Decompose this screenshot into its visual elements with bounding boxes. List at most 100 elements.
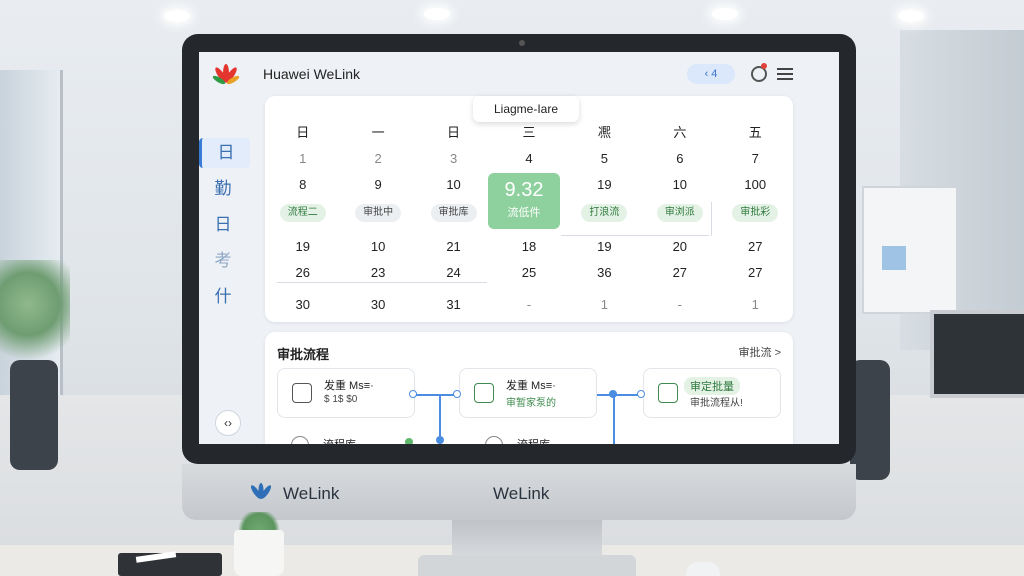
calendar-week-row: 19 10 21 18 19 20 27 bbox=[265, 234, 793, 260]
flow-step-card[interactable]: 流程库 bbox=[471, 428, 607, 444]
calendar-day[interactable]: 19 bbox=[567, 172, 642, 198]
calendar-day[interactable]: 19 bbox=[265, 234, 340, 260]
calendar-day[interactable]: 25 bbox=[491, 260, 566, 286]
event-tag[interactable]: 审批彩 bbox=[732, 204, 779, 222]
tag-cell: 流程二 bbox=[265, 198, 340, 234]
flow-node bbox=[436, 436, 444, 444]
flow-step-card[interactable]: 流程库 bbox=[277, 428, 413, 444]
sidebar-item-schedule[interactable]: 日 bbox=[199, 210, 247, 240]
calendar-day[interactable]: 30 bbox=[265, 292, 340, 318]
calendar-day[interactable]: 36 bbox=[567, 260, 642, 286]
calendar-day[interactable]: 27 bbox=[642, 260, 717, 286]
flow-step-card[interactable]: 审定批量 审批流程从! bbox=[643, 368, 781, 418]
notification-badge bbox=[761, 63, 767, 69]
wall-panel-photo bbox=[882, 246, 906, 270]
flow-node bbox=[637, 390, 645, 398]
sidebar: 日 勤 日 考 什 bbox=[199, 138, 251, 318]
calendar-day[interactable]: 2 bbox=[340, 146, 415, 172]
webcam bbox=[519, 40, 525, 46]
calendar-day[interactable]: 21 bbox=[416, 234, 491, 260]
calendar-day[interactable]: 10 bbox=[340, 234, 415, 260]
flow-node bbox=[409, 390, 417, 398]
calendar-day[interactable]: 30 bbox=[340, 292, 415, 318]
office-chair bbox=[10, 360, 58, 470]
desk-mouse bbox=[686, 562, 720, 576]
calendar-day[interactable]: - bbox=[642, 292, 717, 318]
flow-step-detail: $ 1$ $0 bbox=[324, 394, 358, 405]
flow-step-title: 发重 Ms≡· bbox=[506, 380, 556, 392]
back-page-pill[interactable]: ‹ 4 bbox=[687, 64, 735, 84]
flow-step-title: 流程库 bbox=[323, 436, 356, 444]
calendar-day[interactable]: 10 bbox=[416, 172, 491, 198]
calendar-day[interactable]: 1 bbox=[567, 292, 642, 318]
calendar-day[interactable]: 100 bbox=[718, 172, 793, 198]
sidebar-item-calendar[interactable]: 日 bbox=[199, 138, 250, 168]
calendar-day[interactable]: 20 bbox=[642, 234, 717, 260]
event-tag[interactable]: 流程二 bbox=[279, 204, 326, 222]
tag-cell: 审批库 bbox=[416, 198, 491, 234]
calendar-day[interactable]: 6 bbox=[642, 146, 717, 172]
app-screen: Huawei WeLink ‹ 4 日 勤 日 考 什 ‹› 日 一 日 三 凞… bbox=[199, 52, 839, 444]
calendar-week-row: 30 30 31 - 1 - 1 bbox=[265, 292, 793, 318]
flow-step-detail: 审暂家泵的 bbox=[506, 398, 556, 409]
calendar-day[interactable]: 1 bbox=[718, 292, 793, 318]
weekday-label: 一 bbox=[371, 125, 385, 140]
weekday-label: 五 bbox=[748, 125, 762, 140]
calendar-day[interactable]: 27 bbox=[718, 260, 793, 286]
weekday-label: 六 bbox=[673, 125, 687, 140]
app-title: Huawei WeLink bbox=[263, 66, 361, 82]
calendar-day[interactable]: 4 bbox=[491, 146, 566, 172]
desk-plant-pot bbox=[234, 530, 284, 576]
sidebar-item-exam[interactable]: 考 bbox=[199, 246, 247, 276]
calendar-day[interactable]: 31 bbox=[416, 292, 491, 318]
background-monitor bbox=[930, 310, 1024, 398]
flow-connector bbox=[613, 394, 615, 444]
flow-more-link[interactable]: 审批流 > bbox=[739, 344, 781, 360]
event-tag[interactable]: 审浏派 bbox=[656, 204, 703, 222]
background-plant bbox=[0, 260, 70, 370]
weekday-label: 日 bbox=[447, 125, 461, 140]
flow-step-card[interactable]: 发重 Ms≡· $ 1$ $0 bbox=[277, 368, 415, 418]
ceiling-light bbox=[424, 8, 450, 20]
weekday-label: 三 bbox=[522, 125, 536, 140]
background-wall-panel bbox=[862, 186, 958, 314]
document-icon bbox=[292, 383, 312, 403]
ceiling-light bbox=[164, 10, 190, 22]
calendar-day[interactable]: 9 bbox=[340, 172, 415, 198]
calendar-day[interactable]: 7 bbox=[718, 146, 793, 172]
flow-step-card[interactable]: 发重 Ms≡· 审暂家泵的 bbox=[459, 368, 597, 418]
selected-day-caption: 流低件 bbox=[507, 207, 541, 219]
weekday-header-row: 日 一 日 三 凞 六 五 bbox=[265, 120, 793, 146]
calendar-day[interactable]: 19 bbox=[567, 234, 642, 260]
column-divider bbox=[711, 202, 712, 236]
calendar-day[interactable]: 1 bbox=[265, 146, 340, 172]
tag-cell: 审批中 bbox=[340, 198, 415, 234]
weekday-label: 日 bbox=[296, 125, 310, 140]
tag-cell: 审浏派 bbox=[642, 198, 717, 234]
calendar-tooltip: Liagme-Iare bbox=[473, 96, 579, 122]
calendar-day[interactable]: - bbox=[491, 292, 566, 318]
approval-icon bbox=[474, 383, 494, 403]
calendar-card: 日 一 日 三 凞 六 五 1 2 3 4 5 6 7 8 9 10 19 10… bbox=[265, 96, 793, 322]
collapse-sidebar-button[interactable]: ‹› bbox=[215, 410, 241, 436]
event-tag[interactable]: 审批库 bbox=[430, 204, 477, 222]
row-divider bbox=[277, 282, 487, 283]
menu-icon[interactable] bbox=[777, 68, 793, 80]
selected-day-highlight[interactable]: 9.32 流低件 bbox=[488, 173, 560, 229]
sidebar-item-attendance[interactable]: 勤 bbox=[199, 174, 247, 204]
calendar-week-row: 1 2 3 4 5 6 7 bbox=[265, 146, 793, 172]
sidebar-item-other[interactable]: 什 bbox=[199, 282, 247, 312]
flow-title: 审批流程 bbox=[277, 347, 330, 362]
calendar-day[interactable]: 3 bbox=[416, 146, 491, 172]
calendar-day[interactable]: 27 bbox=[718, 234, 793, 260]
welink-logo-icon bbox=[250, 483, 272, 499]
calendar-day[interactable]: 8 bbox=[265, 172, 340, 198]
office-chair bbox=[850, 360, 890, 480]
top-bar: Huawei WeLink ‹ 4 bbox=[199, 52, 839, 96]
event-tag[interactable]: 打浪流 bbox=[581, 204, 628, 222]
calendar-day[interactable]: 10 bbox=[642, 172, 717, 198]
event-tag[interactable]: 审批中 bbox=[355, 204, 402, 222]
calendar-day[interactable]: 5 bbox=[567, 146, 642, 172]
calendar-day[interactable]: 18 bbox=[491, 234, 566, 260]
tag-cell: 审批彩 bbox=[718, 198, 793, 234]
